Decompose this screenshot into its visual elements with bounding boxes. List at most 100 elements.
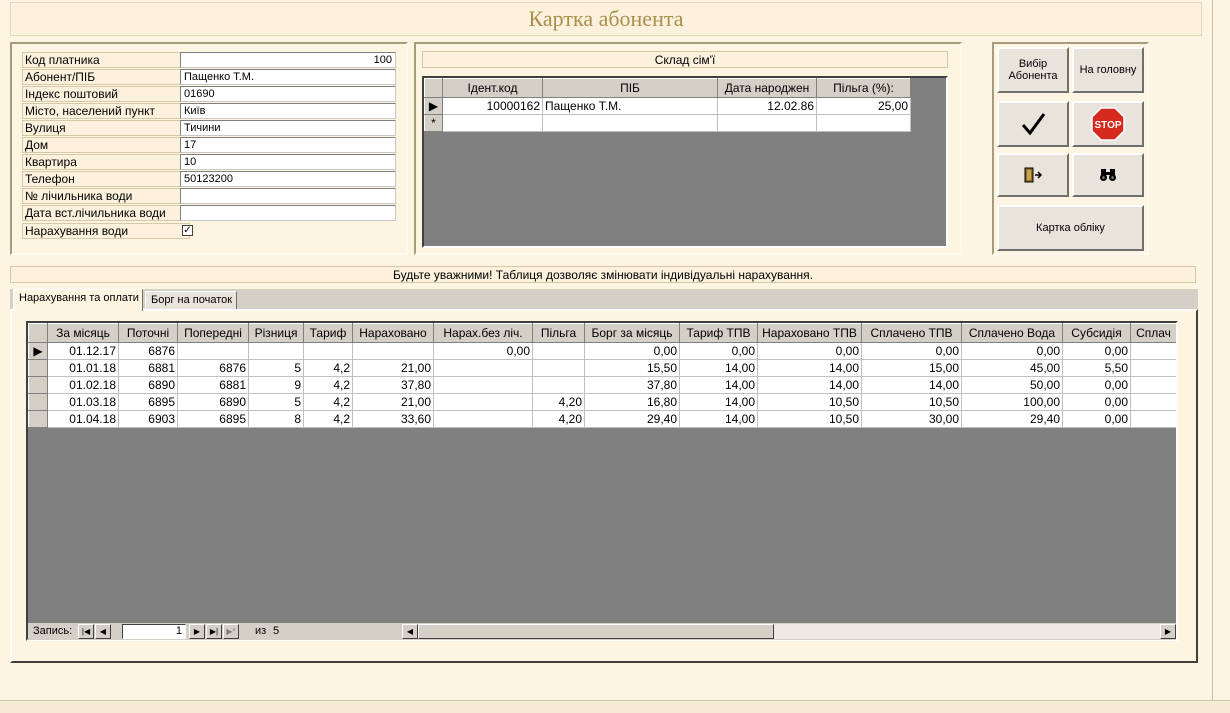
horizontal-scrollbar-thumb[interactable] <box>418 624 774 639</box>
field-input[interactable] <box>180 188 396 204</box>
charges-cell[interactable]: 10,50 <box>757 410 862 428</box>
charges-cell[interactable]: 14,00 <box>679 410 758 428</box>
card-button[interactable]: Картка обліку <box>997 205 1144 251</box>
charges-cell[interactable]: 30,00 <box>861 410 962 428</box>
charges-cell[interactable]: 100,00 <box>961 393 1063 411</box>
stop-button[interactable]: STOP <box>1072 101 1144 147</box>
charges-column-header[interactable]: Нараховано <box>352 323 434 343</box>
family-cell[interactable]: 12.02.86 <box>717 97 817 115</box>
charges-cell[interactable] <box>532 376 585 394</box>
charges-row[interactable]: 01.04.18 6903 6895 8 4,2 33,60 4,20 29,40 14,00 1… <box>28 410 1176 428</box>
exit-button[interactable] <box>997 153 1069 197</box>
charges-cell[interactable]: 0,00 <box>961 342 1063 360</box>
charges-cell[interactable] <box>248 342 304 360</box>
field-input[interactable]: Київ <box>180 103 396 119</box>
charges-cell[interactable]: 0,00 <box>757 342 862 360</box>
charges-cell[interactable] <box>433 393 533 411</box>
charges-cell[interactable]: 6881 <box>118 359 178 377</box>
prev-record-button[interactable]: ◀ <box>95 624 111 639</box>
charges-cell[interactable]: 0,00 <box>433 342 533 360</box>
scroll-right-button[interactable]: ▶ <box>1160 624 1176 639</box>
charges-cell[interactable]: 10,50 <box>861 393 962 411</box>
home-button[interactable]: На головну <box>1072 47 1144 93</box>
family-cell[interactable]: 25,00 <box>816 97 911 115</box>
charges-cell[interactable] <box>1130 342 1176 360</box>
charges-column-header[interactable]: Різниця <box>248 323 304 343</box>
charges-cell[interactable]: 14,00 <box>679 359 758 377</box>
field-input[interactable]: Тичини <box>180 120 396 136</box>
charges-column-header[interactable]: Нараховано ТПВ <box>757 323 862 343</box>
charges-cell[interactable]: 15,00 <box>861 359 962 377</box>
current-row-icon[interactable]: ▶ <box>28 342 48 360</box>
family-column-header[interactable]: Дата народжен <box>717 78 817 98</box>
charges-cell[interactable]: 14,00 <box>757 359 862 377</box>
family-new-row[interactable]: * <box>424 114 911 132</box>
charges-cell[interactable]: 5,50 <box>1062 359 1131 377</box>
charges-cell[interactable]: 6881 <box>177 376 249 394</box>
tab-charges-payments[interactable]: Нарахування та оплати <box>13 289 143 311</box>
charges-cell[interactable]: 5 <box>248 393 304 411</box>
charges-cell[interactable]: 0,00 <box>1062 410 1131 428</box>
water-charge-checkbox[interactable]: ✓ <box>182 225 193 236</box>
charges-column-header[interactable]: Тариф <box>303 323 353 343</box>
charges-cell[interactable]: 15,50 <box>584 359 680 377</box>
charges-cell[interactable]: 21,00 <box>352 393 434 411</box>
new-row-icon[interactable]: * <box>424 114 443 132</box>
charges-cell[interactable]: 0,00 <box>1062 376 1131 394</box>
charges-cell[interactable] <box>1130 376 1176 394</box>
family-cell[interactable]: Пащенко Т.М. <box>542 97 718 115</box>
family-column-header[interactable]: ПІБ <box>542 78 718 98</box>
family-cell[interactable] <box>442 114 543 132</box>
charges-cell[interactable]: 14,00 <box>861 376 962 394</box>
charges-cell[interactable]: 14,00 <box>679 376 758 394</box>
charges-cell[interactable]: 6895 <box>177 410 249 428</box>
row-selector[interactable] <box>28 359 48 377</box>
charges-cell[interactable]: 37,80 <box>584 376 680 394</box>
charges-cell[interactable]: 9 <box>248 376 304 394</box>
charges-cell[interactable]: 01.03.18 <box>47 393 119 411</box>
field-input[interactable]: 50123200 <box>180 171 396 187</box>
field-input[interactable]: 17 <box>180 137 396 153</box>
charges-cell[interactable]: 0,00 <box>584 342 680 360</box>
charges-cell[interactable]: 0,00 <box>861 342 962 360</box>
charges-cell[interactable]: 0,00 <box>679 342 758 360</box>
charges-cell[interactable]: 6876 <box>118 342 178 360</box>
charges-cell[interactable] <box>1130 410 1176 428</box>
charges-cell[interactable] <box>1130 393 1176 411</box>
charges-cell[interactable] <box>433 376 533 394</box>
charges-cell[interactable]: 10,50 <box>757 393 862 411</box>
charges-cell[interactable]: 8 <box>248 410 304 428</box>
charges-cell[interactable] <box>532 359 585 377</box>
charges-cell[interactable]: 6890 <box>177 393 249 411</box>
charges-cell[interactable]: 21,00 <box>352 359 434 377</box>
charges-column-header[interactable]: Нарах.без ліч. <box>433 323 533 343</box>
record-number-input[interactable]: 1 <box>122 624 186 639</box>
charges-cell[interactable]: 14,00 <box>757 376 862 394</box>
charges-column-header[interactable]: Сплач <box>1130 323 1176 343</box>
family-column-header[interactable]: Пільга (%): <box>816 78 911 98</box>
charges-cell[interactable] <box>1130 359 1176 377</box>
new-record-button[interactable]: ▶* <box>223 624 239 639</box>
row-selector[interactable] <box>28 393 48 411</box>
charges-cell[interactable]: 6890 <box>118 376 178 394</box>
scroll-left-button[interactable]: ◀ <box>402 624 418 639</box>
charges-cell[interactable]: 29,40 <box>961 410 1063 428</box>
charges-cell[interactable]: 01.01.18 <box>47 359 119 377</box>
next-record-button[interactable]: ▶ <box>189 624 205 639</box>
charges-column-header[interactable]: Борг за місяць <box>584 323 680 343</box>
charges-row[interactable]: 01.02.18 6890 6881 9 4,2 37,80 37,80 14,00 14,00… <box>28 376 1176 394</box>
charges-cell[interactable]: 01.02.18 <box>47 376 119 394</box>
charges-column-header[interactable]: За місяць <box>47 323 119 343</box>
charges-cell[interactable]: 45,00 <box>961 359 1063 377</box>
row-selector[interactable] <box>28 376 48 394</box>
charges-cell[interactable]: 01.12.17 <box>47 342 119 360</box>
charges-column-header[interactable]: Попередні <box>177 323 249 343</box>
charges-cell[interactable]: 16,80 <box>584 393 680 411</box>
charges-cell[interactable] <box>433 359 533 377</box>
charges-cell[interactable]: 4,2 <box>303 376 353 394</box>
family-cell[interactable] <box>816 114 911 132</box>
charges-cell[interactable]: 5 <box>248 359 304 377</box>
charges-cell[interactable]: 37,80 <box>352 376 434 394</box>
field-input[interactable] <box>180 205 396 221</box>
field-input[interactable]: Пащенко Т.М. <box>180 69 396 85</box>
